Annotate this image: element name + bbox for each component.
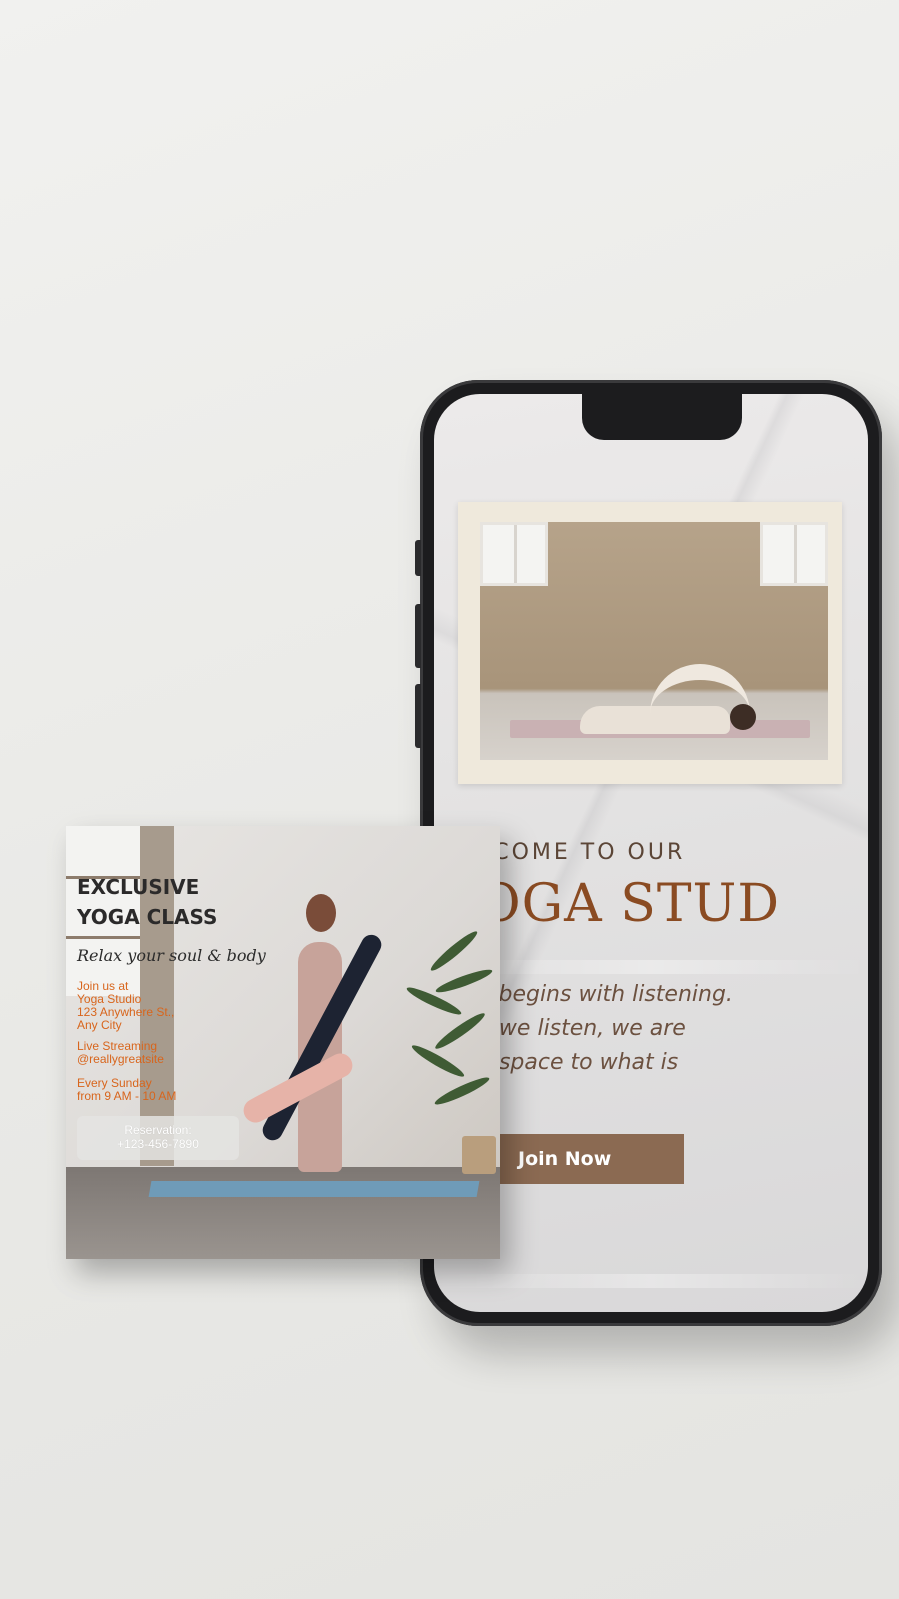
poster-title-line: YOGA CLASS (77, 905, 218, 929)
tagline: a begins with listening. n we listen, we… (478, 978, 838, 1080)
plant-leaf (432, 1009, 488, 1053)
poster-streaming-line: @reallygreatsite (77, 1052, 164, 1066)
join-now-button[interactable]: Join Now (478, 1134, 684, 1184)
poster-schedule: Every Sunday from 9 AM - 10 AM (77, 1077, 207, 1103)
yoga-class-poster: EXCLUSIVE YOGA CLASS Relax your soul & b… (66, 826, 500, 1259)
phone-volume-up-button (415, 604, 421, 668)
photo-frame (458, 502, 842, 784)
plant-leaf (427, 927, 481, 975)
poster-schedule-line: from 9 AM - 10 AM (77, 1089, 177, 1103)
phone-notch (582, 394, 742, 440)
poster-script-tagline: Relax your soul & body (77, 946, 266, 965)
plant-illustration (404, 927, 494, 1146)
reservation-box: Reservation: +123-456-7890 (77, 1116, 239, 1160)
plant-pot (462, 1136, 496, 1174)
yoga-pose-photo (480, 522, 828, 760)
tagline-line: g space to what is (478, 1050, 679, 1075)
photo-window-left (480, 522, 548, 586)
tagline-line: a begins with listening. (478, 982, 733, 1007)
photo-window-right (760, 522, 828, 586)
poster-streaming: Live Streaming @reallygreatsite (77, 1040, 207, 1066)
poster-title-line: EXCLUSIVE (77, 875, 200, 899)
instructor-head (306, 894, 336, 932)
plant-leaf (434, 966, 494, 996)
tagline-line: n we listen, we are (478, 1016, 686, 1041)
poster-address: Join us at Yoga Studio 123 Anywhere St.,… (77, 980, 207, 1032)
poster-title: EXCLUSIVE YOGA CLASS (77, 872, 297, 932)
poster-yoga-mat (148, 1181, 480, 1197)
plant-leaf (432, 1073, 492, 1109)
studio-title: OGA STUD (478, 874, 781, 934)
screen-glare (434, 1274, 868, 1288)
reservation-phone: +123-456-7890 (117, 1137, 199, 1151)
phone-volume-down-button (415, 684, 421, 748)
photo-figure-head (730, 704, 756, 730)
welcome-heading: LCOME TO OUR (478, 840, 686, 865)
poster-address-line: Any City (77, 1018, 122, 1032)
reservation-label: Reservation: (124, 1123, 192, 1137)
phone-side-button (415, 540, 421, 576)
